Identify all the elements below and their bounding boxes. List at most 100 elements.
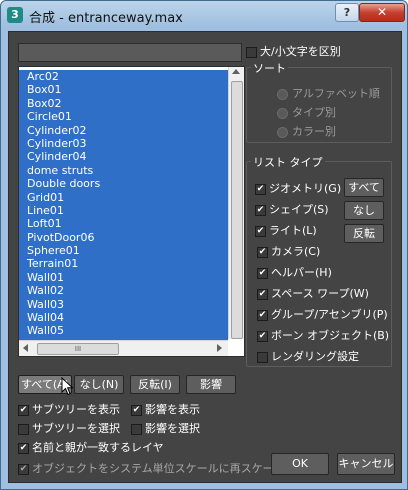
window-title: 合成 - entranceway.max — [29, 11, 183, 26]
select-subtree-checkbox[interactable] — [18, 423, 29, 435]
show-subtree-option[interactable]: ✔ サブツリーを表示 — [18, 401, 120, 416]
close-button[interactable]: ✕ — [359, 3, 405, 22]
horizontal-scroll-thumb[interactable]: III — [37, 343, 119, 355]
scroll-up-arrow-icon[interactable] — [232, 69, 240, 74]
object-list-item[interactable]: Box01 — [19, 83, 228, 97]
match-name-parent-checkbox[interactable]: ✔ — [18, 442, 29, 454]
bone-objects-checkbox[interactable]: ✔ — [257, 330, 268, 342]
select-influences-checkbox[interactable] — [131, 423, 142, 435]
object-list-item[interactable]: Line01 — [19, 203, 228, 218]
sort-group-title: ソート — [251, 60, 288, 76]
shapes-checkbox[interactable]: ✔ — [255, 204, 266, 216]
list-type-lights[interactable]: ✔ ライト(L) — [255, 222, 317, 237]
sort-by-type-radio[interactable] — [277, 107, 288, 119]
object-list[interactable]: Arc02 Box01 Box02 Circle01 Cylinder02 Cylinde… — [18, 66, 245, 357]
list-type-all-button[interactable]: すべて — [344, 178, 384, 197]
geometry-label: ジオメトリ(G) — [269, 182, 342, 195]
show-influences-option[interactable]: ✔ 影響を表示 — [131, 401, 200, 416]
select-subtree-option[interactable]: サブツリーを選択 — [18, 420, 120, 435]
list-type-render-settings[interactable]: レンダリング設定 — [257, 348, 359, 363]
list-type-invert-button[interactable]: 反転 — [344, 224, 384, 243]
helpers-checkbox[interactable]: ✔ — [257, 267, 268, 279]
invert-selection-button[interactable]: 反転(I) — [130, 375, 180, 394]
list-type-group-title: リスト タイプ — [251, 154, 325, 170]
object-list-item[interactable]: Sphere01 — [19, 244, 228, 258]
show-subtree-label: サブツリーを表示 — [32, 403, 120, 416]
mouse-cursor-icon — [61, 377, 74, 396]
cameras-checkbox[interactable]: ✔ — [257, 246, 268, 258]
ok-button[interactable]: OK — [271, 453, 329, 475]
case-sensitive-checkbox[interactable] — [246, 46, 257, 58]
render-settings-checkbox[interactable] — [257, 351, 268, 363]
object-list-item[interactable]: Wall04 — [19, 311, 228, 325]
name-filter-input[interactable] — [18, 43, 242, 62]
object-list-item[interactable]: Grid01 — [19, 190, 228, 204]
sort-alphabetical-radio[interactable] — [277, 88, 288, 100]
render-settings-label: レンダリング設定 — [271, 350, 359, 363]
object-list-item[interactable]: Arc02 — [19, 70, 228, 84]
lights-label: ライト(L) — [269, 224, 317, 237]
sort-by-color-label: カラー別 — [292, 125, 336, 138]
sort-by-color-radio[interactable] — [277, 126, 288, 138]
sort-alphabetical-label: アルファベット順 — [292, 87, 380, 100]
object-list-item[interactable]: Terrain01 — [19, 257, 228, 271]
lights-checkbox[interactable]: ✔ — [255, 225, 266, 237]
object-list-item[interactable]: Wall03 — [19, 297, 228, 312]
select-influences-option[interactable]: 影響を選択 — [131, 420, 200, 435]
list-type-shapes[interactable]: ✔ シェイプ(S) — [255, 201, 329, 216]
rescale-objects-option[interactable]: ✔ オブジェクトをシステム単位スケールに再スケール — [18, 460, 285, 475]
scroll-right-arrow-icon[interactable] — [217, 344, 222, 352]
cancel-button[interactable]: キャンセル — [337, 453, 395, 475]
cameras-label: カメラ(C) — [271, 245, 321, 258]
list-type-geometry[interactable]: ✔ ジオメトリ(G) — [255, 180, 342, 195]
object-list-item[interactable]: Loft01 — [19, 217, 228, 231]
match-name-parent-option[interactable]: ✔ 名前と親が一致するレイヤ — [18, 439, 164, 454]
list-type-bone-objects[interactable]: ✔ ボーン オブジェクト(B) — [257, 327, 389, 342]
title-bar[interactable]: 3 合成 - entranceway.max ? ✕ — [1, 1, 407, 29]
object-list-item[interactable]: Double doors — [19, 177, 228, 191]
show-influences-checkbox[interactable]: ✔ — [131, 404, 142, 416]
case-sensitive-option[interactable]: 大/小文字を区別 — [246, 43, 341, 58]
select-none-button[interactable]: なし(N) — [74, 375, 124, 394]
sort-by-color-option[interactable]: カラー別 — [277, 123, 336, 138]
influences-button[interactable]: 影響 — [186, 375, 236, 394]
select-influences-label: 影響を選択 — [145, 422, 200, 435]
sort-group: ソート アルファベット順 タイプ別 カラー別 — [246, 60, 392, 143]
groups-assemblies-label: グループ/アセンブリ(P) — [271, 308, 388, 321]
horizontal-scrollbar[interactable]: III — [19, 340, 228, 356]
object-list-item[interactable]: Cylinder03 — [19, 136, 228, 151]
list-type-space-warps[interactable]: ✔ スペース ワープ(W) — [257, 285, 369, 300]
case-sensitive-label: 大/小文字を区別 — [260, 45, 341, 58]
rescale-objects-checkbox[interactable]: ✔ — [18, 463, 29, 475]
object-list-item[interactable]: Wall02 — [19, 284, 228, 298]
object-list-item[interactable]: Box02 — [19, 96, 228, 111]
vertical-scroll-thumb[interactable] — [231, 81, 243, 339]
3dsmax-app-icon: 3 — [7, 7, 23, 23]
list-type-helpers[interactable]: ✔ ヘルパー(H) — [257, 264, 332, 279]
list-type-cameras[interactable]: ✔ カメラ(C) — [257, 243, 321, 258]
helpers-label: ヘルパー(H) — [271, 266, 332, 279]
list-type-groups-assemblies[interactable]: ✔ グループ/アセンブリ(P) — [257, 306, 388, 321]
geometry-checkbox[interactable]: ✔ — [255, 183, 266, 195]
object-list-item[interactable]: PivotDoor06 — [19, 230, 228, 245]
object-list-item[interactable]: Cylinder02 — [19, 123, 228, 137]
object-list-item[interactable]: Wall05 — [19, 324, 228, 338]
match-name-parent-label: 名前と親が一致するレイヤ — [32, 441, 164, 454]
merge-dialog-window: 3 合成 - entranceway.max ? ✕ Arc02 Box01 Box… — [0, 0, 408, 490]
sort-alphabetical-option[interactable]: アルファベット順 — [277, 85, 380, 100]
object-list-item[interactable]: Circle01 — [19, 110, 228, 124]
space-warps-checkbox[interactable]: ✔ — [257, 288, 268, 300]
vertical-scrollbar[interactable] — [228, 67, 244, 339]
scroll-left-arrow-icon[interactable] — [23, 344, 28, 352]
sort-by-type-option[interactable]: タイプ別 — [277, 104, 336, 119]
object-list-item[interactable]: Cylinder04 — [19, 150, 228, 164]
sort-by-type-label: タイプ別 — [292, 106, 336, 119]
list-type-none-button[interactable]: なし — [344, 201, 384, 220]
groups-assemblies-checkbox[interactable]: ✔ — [257, 309, 268, 321]
object-list-item[interactable]: dome struts — [19, 163, 228, 178]
select-subtree-label: サブツリーを選択 — [32, 422, 120, 435]
help-button[interactable]: ? — [335, 3, 359, 22]
object-list-item[interactable]: Wall01 — [19, 270, 228, 285]
show-subtree-checkbox[interactable]: ✔ — [18, 404, 29, 416]
show-influences-label: 影響を表示 — [145, 403, 200, 416]
